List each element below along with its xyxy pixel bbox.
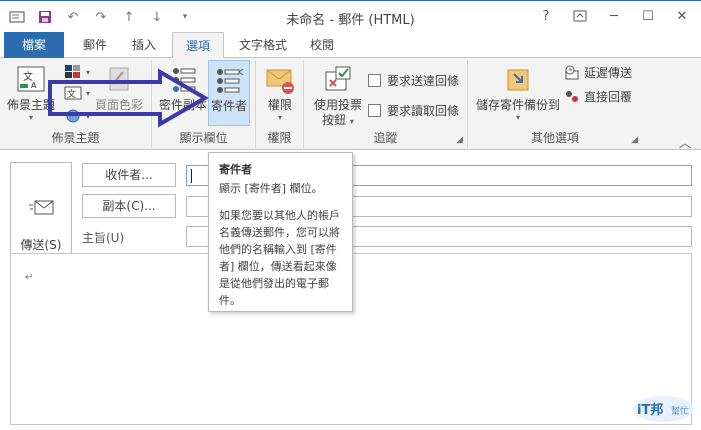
direct-replies-icon xyxy=(566,90,578,102)
voting-label-2: 按鈕 ▾ xyxy=(322,113,354,127)
tab-format-text[interactable]: 文字格式 xyxy=(232,32,294,58)
tracking-launcher-icon[interactable]: ◢ xyxy=(456,135,463,145)
tooltip-line1: 顯示 [寄件者] 欄位。 xyxy=(219,182,323,195)
page-color-icon xyxy=(103,64,135,96)
redo-icon[interactable]: ↷ xyxy=(92,8,110,26)
read-receipt-checkbox[interactable]: 要求讀取回條 xyxy=(368,102,459,119)
tab-review[interactable]: 校閱 xyxy=(300,32,344,58)
customize-qat-icon[interactable]: ▾ xyxy=(176,8,194,26)
from-tooltip: 寄件者 顯示 [寄件者] 欄位。 如果您要以其他人的帳戶名義傳送郵件，您可以將他… xyxy=(208,152,353,312)
fonts-button[interactable]: 文 ▾ xyxy=(64,86,90,100)
group-tracking: 使用投票 按鈕 ▾ 要求送達回條 要求讀取回條 追蹤 ◢ xyxy=(304,60,468,148)
from-icon xyxy=(213,65,245,97)
voting-buttons-button[interactable]: 使用投票 按鈕 ▾ xyxy=(308,64,368,129)
maximize-button[interactable]: ☐ xyxy=(637,7,659,25)
permission-group-label: 權限 xyxy=(267,131,292,145)
send-icon xyxy=(29,197,55,220)
paragraph-mark: ↵ xyxy=(25,272,34,283)
save-sent-label: 儲存寄件備份到 xyxy=(475,98,560,112)
direct-replies-label: 直接回覆 xyxy=(584,90,633,104)
direct-replies-button[interactable]: 直接回覆 xyxy=(564,88,632,105)
help-button[interactable]: ? xyxy=(535,7,557,25)
svg-text:iT邦: iT邦 xyxy=(637,402,663,418)
from-label: 寄件者 xyxy=(210,99,247,113)
permission-dropdown-icon: ▾ xyxy=(277,113,282,122)
permission-label: 權限 xyxy=(267,98,292,112)
tab-message[interactable]: 郵件 xyxy=(76,32,114,58)
svg-text:幫忙: 幫忙 xyxy=(671,405,689,417)
collapse-ribbon-icon[interactable]: ︿ xyxy=(679,134,691,151)
text-cursor xyxy=(191,169,192,183)
bcc-label: 密件副本 xyxy=(158,98,207,112)
ribbon-tabs: 檔案 郵件 插入 選項 文字格式 校閱 xyxy=(0,32,701,59)
svg-text:文: 文 xyxy=(67,88,76,100)
bcc-icon xyxy=(167,64,199,96)
cc-button[interactable]: 副本(C)... xyxy=(82,194,176,218)
save-sent-icon xyxy=(502,64,534,96)
page-color-label: 頁面色彩 xyxy=(94,98,143,112)
tracking-group-label: 追蹤 xyxy=(373,131,398,145)
delivery-receipt-label: 要求送達回條 xyxy=(387,74,460,88)
to-button[interactable]: 收件者... xyxy=(82,163,176,187)
group-more-options: 儲存寄件備份到 ▾ 延遲傳送 直接回覆 其他選項 ◢ xyxy=(468,60,642,148)
bcc-button[interactable]: 密件副本 xyxy=(158,64,208,113)
close-button[interactable]: ✕ xyxy=(671,7,693,25)
voting-icon xyxy=(322,64,354,96)
ribbon-display-icon[interactable] xyxy=(569,7,591,25)
group-permission: 權限 ▾ 權限 xyxy=(256,60,304,148)
fonts-icon: 文 xyxy=(64,86,82,100)
up-arrow-icon[interactable]: ↑ xyxy=(120,8,138,26)
svg-text:A: A xyxy=(31,81,37,90)
down-arrow-icon[interactable]: ↓ xyxy=(148,8,166,26)
ithome-logo: iT邦 幫忙 xyxy=(631,394,695,424)
themes-group-label: 佈景主題 xyxy=(51,131,100,145)
tab-insert[interactable]: 插入 xyxy=(124,32,164,58)
colors-icon xyxy=(65,65,80,78)
mail-icon xyxy=(8,8,26,26)
ribbon: 文A 佈景主題 ▾ ▾ 文 ▾ ▾ 頁面色彩 佈景主題 密件副本 寄件者 顯示欄… xyxy=(0,58,701,150)
colors-button[interactable]: ▾ xyxy=(64,64,90,80)
save-sent-dropdown-icon: ▾ xyxy=(515,113,520,122)
tooltip-body: 如果您要以其他人的帳戶名義傳送郵件，您可以將他們的名稱輸入到 [寄件者] 欄位，… xyxy=(219,209,340,307)
tab-file[interactable]: 檔案 xyxy=(4,32,64,58)
send-label: 傳送(S) xyxy=(20,238,62,252)
delivery-receipt-checkbox[interactable]: 要求送達回條 xyxy=(368,72,459,89)
more-options-group-label: 其他選項 xyxy=(530,131,579,145)
read-receipt-label: 要求讀取回條 xyxy=(387,104,460,118)
permission-button[interactable]: 權限 ▾ xyxy=(260,64,300,122)
themes-button[interactable]: 文A 佈景主題 ▾ xyxy=(6,64,56,122)
delivery-receipt-box[interactable] xyxy=(368,74,381,87)
delay-delivery-label: 延遲傳送 xyxy=(584,66,633,80)
save-icon[interactable] xyxy=(36,8,54,26)
group-themes: 文A 佈景主題 ▾ ▾ 文 ▾ ▾ 頁面色彩 佈景主題 xyxy=(0,60,152,148)
themes-label: 佈景主題 xyxy=(6,98,55,112)
effects-icon xyxy=(66,109,80,123)
show-fields-group-label: 顯示欄位 xyxy=(179,131,228,145)
undo-icon[interactable]: ↶ xyxy=(64,8,82,26)
voting-label-1: 使用投票 xyxy=(313,98,362,112)
permission-icon xyxy=(264,64,296,96)
quick-access-toolbar: ↶ ↷ ↑ ↓ ▾ xyxy=(8,7,194,27)
page-color-button[interactable]: 頁面色彩 xyxy=(92,64,146,113)
tooltip-title: 寄件者 xyxy=(219,163,252,176)
group-show-fields: 密件副本 寄件者 顯示欄位 xyxy=(152,60,256,148)
from-button[interactable]: 寄件者 xyxy=(208,60,250,126)
effects-button[interactable]: ▾ xyxy=(64,108,90,124)
title-bar: ↶ ↷ ↑ ↓ ▾ 未命名 - 郵件 (HTML) ? ─ ☐ ✕ xyxy=(0,0,701,32)
tab-options[interactable]: 選項 xyxy=(172,32,224,59)
delay-delivery-button[interactable]: 延遲傳送 xyxy=(564,64,632,81)
themes-dropdown-icon: ▾ xyxy=(28,113,33,122)
subject-label: 主旨(U) xyxy=(82,231,125,245)
minimize-button[interactable]: ─ xyxy=(603,7,625,25)
save-sent-item-button[interactable]: 儲存寄件備份到 ▾ xyxy=(472,64,564,122)
read-receipt-box[interactable] xyxy=(368,104,381,117)
more-options-launcher-icon[interactable]: ◢ xyxy=(631,135,638,145)
themes-icon: 文A xyxy=(15,64,47,96)
delay-delivery-icon xyxy=(565,65,579,79)
